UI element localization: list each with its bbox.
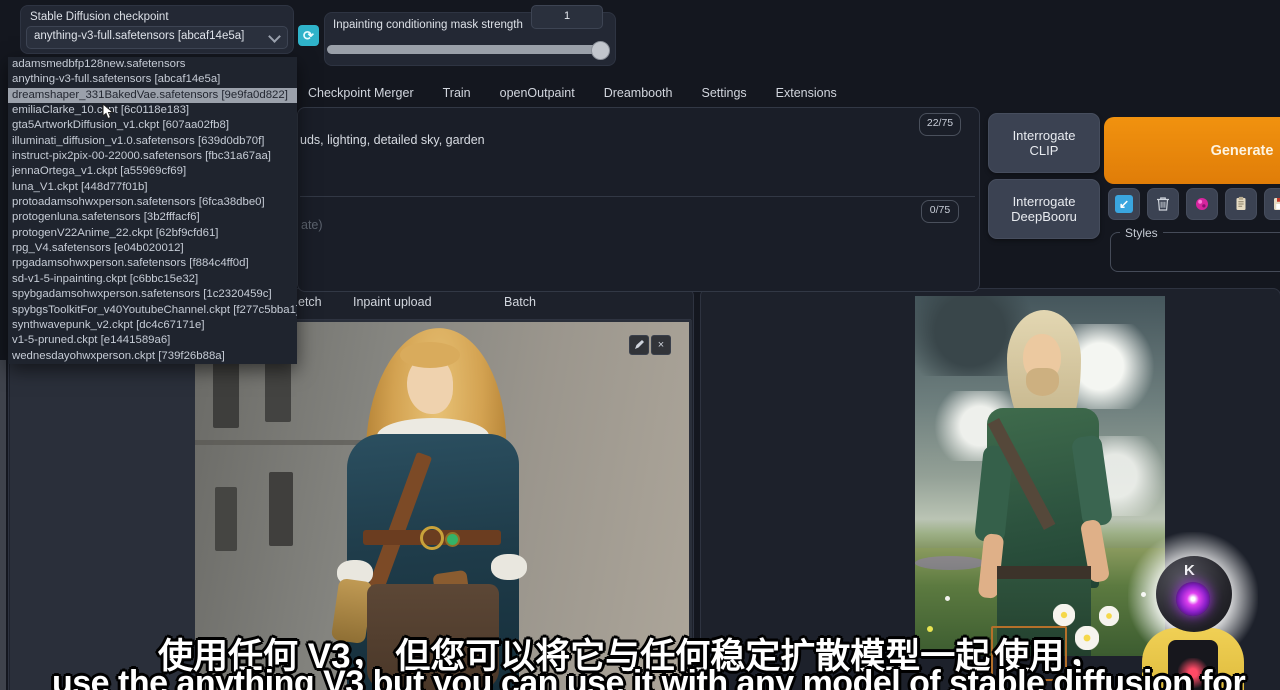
avatar-eye	[1176, 582, 1210, 616]
button-label: DeepBooru	[989, 209, 1099, 224]
window-shape	[215, 487, 237, 551]
interrogate-deepbooru-button[interactable]: Interrogate DeepBooru	[988, 179, 1100, 239]
big-flower-shape	[1099, 606, 1119, 626]
subtitle-english: use the anything V3 but you can use it w…	[52, 664, 1245, 690]
checkpoint-option[interactable]: rpgadamsohwxperson.safetensors [f884c4ff…	[8, 256, 297, 271]
main-tab[interactable]: Settings	[701, 86, 746, 100]
big-flower-shape	[1053, 604, 1075, 626]
checkpoint-option[interactable]: rpg_V4.safetensors [e04b020012]	[8, 241, 297, 256]
belt-shape	[997, 566, 1091, 579]
main-tab-bar: Checkpoint Merger Train openOutpaint Dreamb…	[297, 80, 837, 106]
paste-button[interactable]: ↙	[1108, 188, 1140, 220]
prompt-token-counter: 22/75	[919, 113, 961, 136]
checkpoint-dropdown-list: adamsmedbfp128new.safetensorsanything-v3…	[8, 57, 297, 364]
button-label: Interrogate	[989, 194, 1099, 209]
edge-strip	[0, 360, 6, 690]
checkpoint-option[interactable]: wednesdayohwxperson.ckpt [739f26b88a]	[8, 349, 297, 364]
checkpoint-option[interactable]: spybgadamsohwxperson.safetensors [1c2320…	[8, 287, 297, 302]
slider-handle[interactable]	[591, 41, 610, 60]
checkpoint-option[interactable]: luna_V1.ckpt [448d77f01b]	[8, 180, 297, 195]
chevron-down-icon	[268, 30, 281, 43]
generate-button[interactable]: Generate	[1104, 117, 1280, 184]
divider	[300, 196, 975, 197]
main-tab[interactable]: openOutpaint	[500, 86, 575, 100]
apply-styles-button[interactable]	[1225, 188, 1257, 220]
save-icon	[1271, 195, 1280, 213]
trash-icon	[1154, 195, 1172, 213]
checkpoint-option[interactable]: illuminati_diffusion_v1.0.safetensors [6…	[8, 134, 297, 149]
buckle-shape	[420, 526, 444, 550]
extra-networks-button[interactable]	[1186, 188, 1218, 220]
main-tab[interactable]: Checkpoint Merger	[308, 86, 414, 100]
mask-strength-value[interactable]: 1	[531, 5, 603, 29]
checkpoint-value: anything-v3-full.safetensors [abcaf14e5a…	[34, 30, 244, 42]
app-screen: etch Inpaint upload Batch ×	[0, 0, 1280, 690]
remove-image-button[interactable]: ×	[651, 335, 671, 355]
checkpoint-option[interactable]: dreamshaper_331BakedVae.safetensors [9e9…	[8, 88, 297, 103]
checkpoint-option[interactable]: v1-5-pruned.ckpt [e1441589a6]	[8, 333, 297, 348]
close-icon: ×	[658, 339, 664, 351]
mask-strength-slider[interactable]	[327, 45, 609, 54]
fur-cuff-shape	[491, 554, 527, 580]
tab-batch[interactable]: Batch	[504, 295, 536, 309]
beard-shape	[1026, 368, 1059, 396]
checkpoint-option[interactable]: emiliaClarke_10.ckpt [6c0118e183]	[8, 103, 297, 118]
checkpoint-option[interactable]: jennaOrtega_v1.ckpt [a55969cf69]	[8, 164, 297, 179]
main-tab[interactable]: Dreambooth	[604, 86, 673, 100]
palette-icon	[1193, 195, 1211, 213]
checkpoint-option[interactable]: protogenV22Anime_22.ckpt [62bf9cfd61]	[8, 226, 297, 241]
checkpoint-option[interactable]: adamsmedbfp128new.safetensors	[8, 57, 297, 72]
styles-label: Styles	[1120, 226, 1163, 240]
checkpoint-option[interactable]: protogenluna.safetensors [3b2fffacf6]	[8, 210, 297, 225]
tab-inpaint-sketch-partial[interactable]: etch	[298, 295, 322, 309]
window-shape	[269, 472, 293, 546]
avatar-letter: K	[1184, 562, 1195, 579]
lavender-shape	[915, 556, 985, 570]
edit-image-button[interactable]	[629, 335, 649, 355]
button-label: Interrogate	[989, 128, 1099, 143]
save-style-button[interactable]	[1264, 188, 1280, 220]
button-label: CLIP	[989, 143, 1099, 158]
gem-shape	[445, 532, 460, 547]
checkpoint-option[interactable]: synthwavepunk_v2.ckpt [dc4c67171e]	[8, 318, 297, 333]
checkpoint-option[interactable]: anything-v3-full.safetensors [abcaf14e5a…	[8, 72, 297, 87]
checkpoint-select[interactable]: anything-v3-full.safetensors [abcaf14e5a…	[26, 26, 288, 49]
checkpoint-option[interactable]: protoadamsohwxperson.safetensors [6fca38…	[8, 195, 297, 210]
tab-inpaint-upload[interactable]: Inpaint upload	[353, 295, 432, 309]
negative-prompt-textarea[interactable]: ate)	[301, 218, 601, 232]
main-tab[interactable]: Extensions	[776, 86, 837, 100]
interrogate-clip-button[interactable]: Interrogate CLIP	[988, 113, 1100, 173]
main-tab[interactable]: Train	[443, 86, 471, 100]
pencil-icon	[634, 340, 644, 350]
checkpoint-option[interactable]: gta5ArtworkDiffusion_v1.ckpt [607aa02fb8…	[8, 118, 297, 133]
refresh-icon: ⟳	[303, 28, 314, 44]
refresh-checkpoints-button[interactable]: ⟳	[298, 25, 319, 46]
checkpoint-label: Stable Diffusion checkpoint	[30, 11, 169, 23]
clipboard-icon	[1232, 195, 1250, 213]
mask-strength-label: Inpainting conditioning mask strength	[333, 18, 548, 33]
checkpoint-option[interactable]: instruct-pix2pix-00-22000.safetensors [f…	[8, 149, 297, 164]
checkpoint-option[interactable]: sd-v1-5-inpainting.ckpt [c6bbc15e32]	[8, 272, 297, 287]
clear-prompt-button[interactable]	[1147, 188, 1179, 220]
paste-icon: ↙	[1115, 195, 1133, 213]
checkpoint-option[interactable]: spybgsToolkitFor_v40YoutubeChannel.ckpt …	[8, 303, 297, 318]
negative-prompt-token-counter: 0/75	[921, 200, 959, 223]
ledge-shape	[195, 440, 365, 445]
prompt-textarea[interactable]: uds, lighting, detailed sky, garden	[300, 133, 900, 147]
fringe-shape	[400, 342, 460, 368]
mouse-cursor	[102, 103, 114, 120]
flower-dot	[945, 596, 950, 601]
